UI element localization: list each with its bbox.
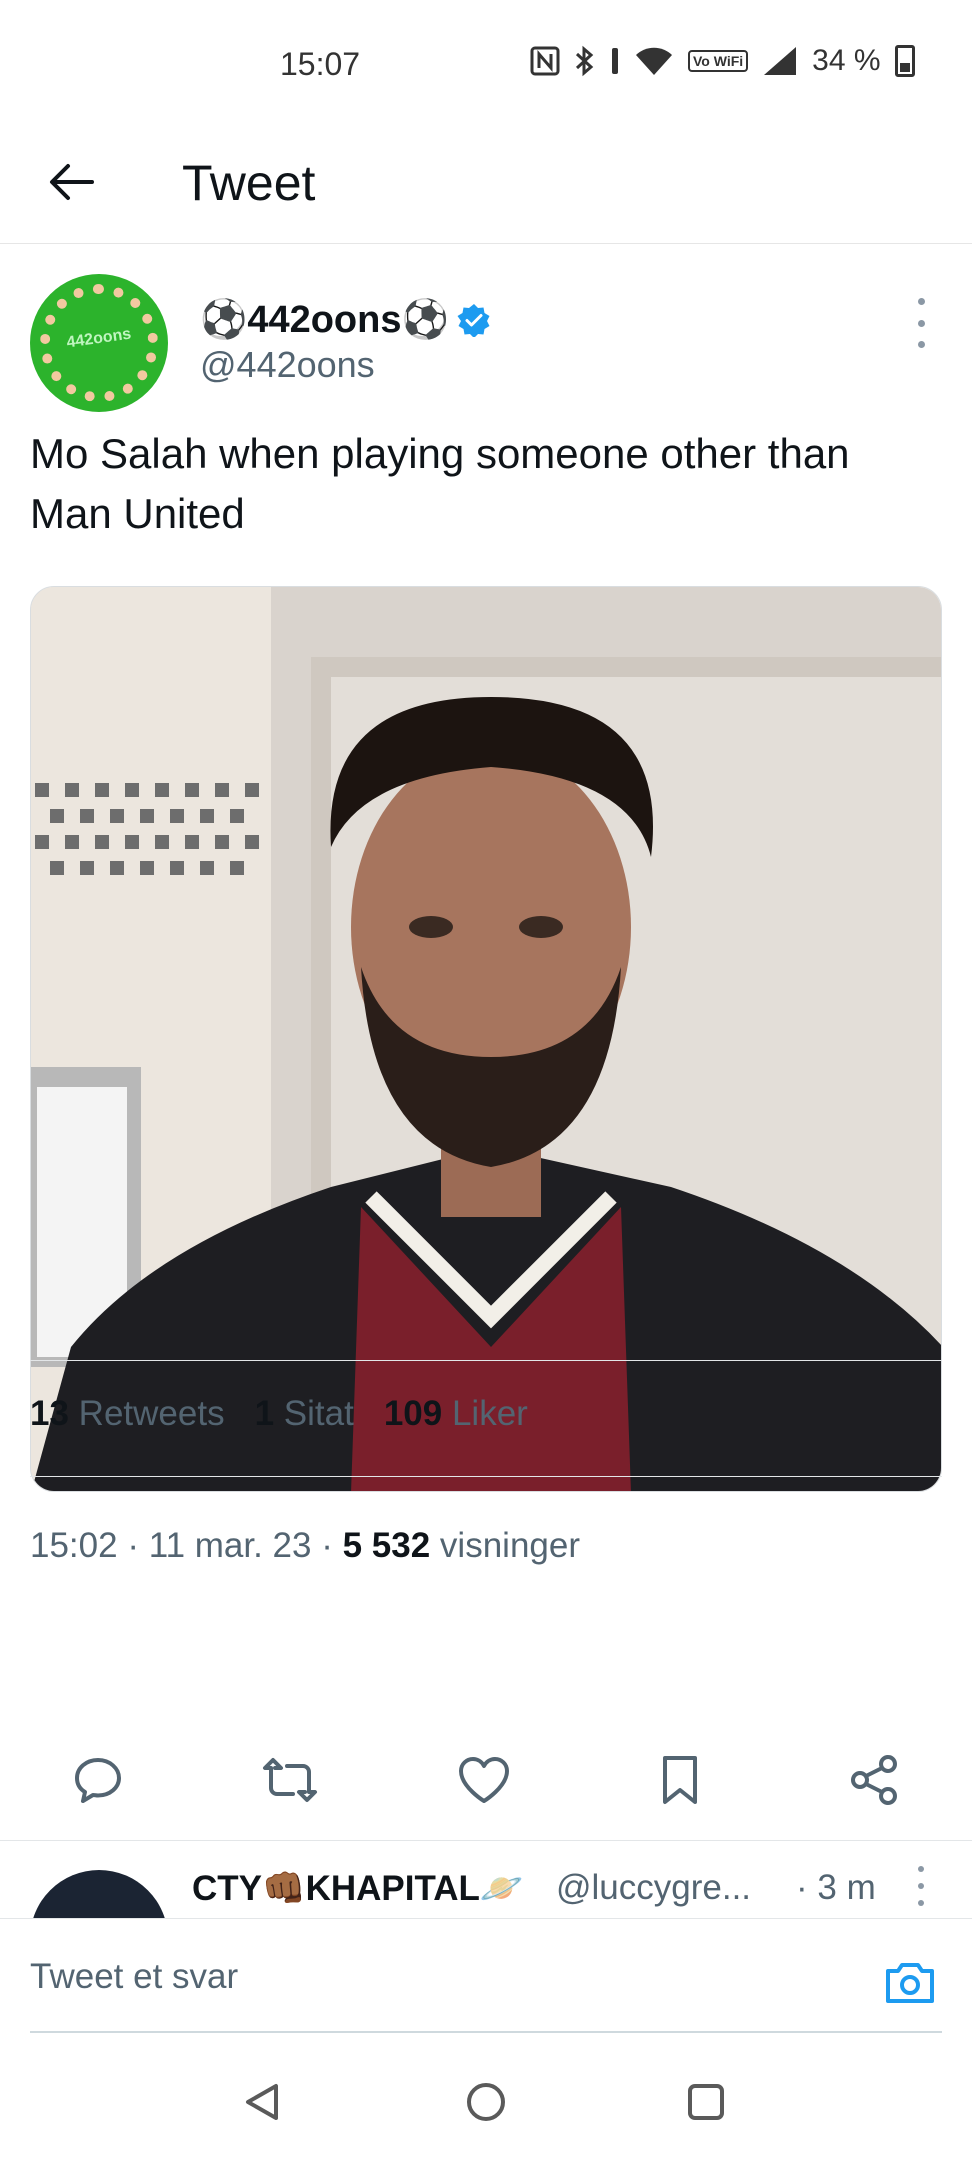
- author-name-row[interactable]: ⚽442oons⚽: [200, 298, 491, 342]
- retweets-count: 13: [30, 1394, 69, 1433]
- author-avatar[interactable]: 442oons: [30, 274, 168, 412]
- reply-author-handle: @luccygre...: [556, 1868, 752, 1907]
- likes-stat[interactable]: 109 Liker: [384, 1394, 528, 1434]
- retweet-icon: [263, 1758, 317, 1802]
- tweet-meta: 15:02 · 11 mar. 23 · 5 532 visninger: [30, 1526, 580, 1566]
- retweets-stat[interactable]: 13 Retweets: [30, 1394, 225, 1434]
- page-title: Tweet: [182, 155, 316, 211]
- meta-separator: ·: [117, 1526, 149, 1565]
- camera-icon: [886, 1963, 934, 2003]
- share-icon: [851, 1755, 897, 1805]
- wifi-icon: [634, 45, 674, 77]
- quotes-count: 1: [254, 1394, 275, 1433]
- nav-recents-button[interactable]: [676, 2072, 736, 2132]
- battery-icon: [894, 45, 915, 77]
- reply-icon: [75, 1758, 121, 1803]
- meta-separator: ·: [311, 1526, 343, 1565]
- nfc-icon: [530, 46, 560, 76]
- arrow-left-icon: [50, 164, 94, 200]
- nav-home-button[interactable]: [456, 2072, 516, 2132]
- app-header: Tweet: [0, 130, 972, 244]
- retweet-button[interactable]: [258, 1748, 322, 1812]
- tweet-photo[interactable]: [30, 586, 942, 1492]
- reply-item[interactable]: CTY👊🏾KHAPITAL🪐 @luccygre... · 3 m: [0, 1842, 972, 1918]
- vowifi-icon: Vo WiFi: [688, 50, 749, 72]
- heart-icon: [459, 1757, 509, 1803]
- like-button[interactable]: [452, 1748, 516, 1812]
- reply-avatar[interactable]: [30, 1870, 168, 1918]
- author-name[interactable]: ⚽442oons⚽: [200, 298, 449, 342]
- circle-home-icon: [467, 2083, 505, 2121]
- verified-badge-icon: [457, 304, 490, 337]
- likes-label: Liker: [451, 1394, 528, 1433]
- reply-author-name[interactable]: CTY👊🏾KHAPITAL🪐: [192, 1868, 524, 1909]
- photo-illustration: [31, 587, 941, 1491]
- reply-time: · 3 m: [796, 1868, 876, 1907]
- bluetooth-icon: [574, 45, 596, 77]
- author-handle[interactable]: @442oons: [200, 344, 375, 386]
- reply-compose-bar: Tweet et svar: [0, 1918, 972, 2038]
- retweets-label: Retweets: [78, 1394, 225, 1433]
- camera-button[interactable]: [880, 1953, 940, 2013]
- square-recents-icon: [688, 2084, 724, 2120]
- divider: [0, 1840, 972, 1841]
- divider: [30, 1360, 942, 1361]
- quotes-label: Sitat: [283, 1394, 354, 1433]
- triangle-back-icon: [246, 2084, 278, 2120]
- status-bar: 15:07 Vo WiFi 34 %: [0, 0, 972, 130]
- bookmark-icon: [663, 1756, 697, 1804]
- more-options-icon[interactable]: [910, 1866, 932, 1906]
- back-button[interactable]: [40, 150, 104, 214]
- views-count: 5 532: [342, 1526, 431, 1565]
- tweet-stats: 13 Retweets 1 Sitat 109 Liker: [30, 1394, 528, 1434]
- reply-input-underline: [30, 2031, 942, 2033]
- reply-button[interactable]: [66, 1748, 130, 1812]
- status-time: 15:07: [280, 46, 361, 82]
- more-options-icon[interactable]: [906, 298, 936, 348]
- tweet-text: Mo Salah when playing someone other than…: [30, 430, 850, 537]
- quotes-stat[interactable]: 1 Sitat: [255, 1394, 354, 1434]
- vibrate-icon: [610, 46, 620, 76]
- tweet-time: 15:02: [30, 1526, 118, 1565]
- battery-percent: 34 %: [812, 44, 881, 77]
- share-button[interactable]: [842, 1748, 906, 1812]
- tweet-date: 11 mar. 23: [148, 1526, 312, 1565]
- bookmark-button[interactable]: [648, 1748, 712, 1812]
- signal-icon: [762, 45, 798, 77]
- reply-input[interactable]: Tweet et svar: [30, 1957, 830, 1997]
- nav-back-button[interactable]: [232, 2072, 292, 2132]
- status-icons: Vo WiFi 34 %: [530, 44, 915, 78]
- tweet-actions-row: [0, 1748, 972, 1818]
- divider: [30, 1476, 942, 1477]
- system-nav-bar: [0, 2040, 972, 2160]
- likes-count: 109: [383, 1394, 443, 1433]
- views-label: visninger: [439, 1526, 580, 1565]
